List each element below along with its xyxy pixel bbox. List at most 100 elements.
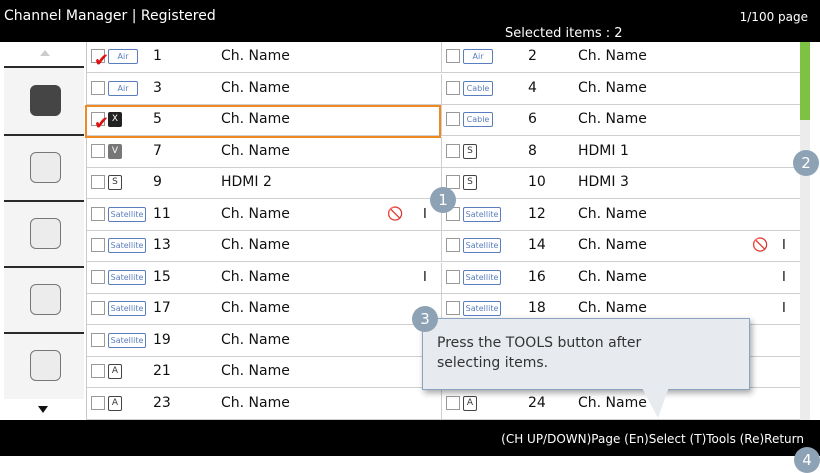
channel-name: Ch. Name — [578, 48, 647, 64]
source-badge: Air — [463, 49, 493, 64]
checkbox[interactable] — [446, 175, 460, 189]
checkbox[interactable] — [91, 269, 105, 284]
checkbox[interactable] — [446, 395, 460, 410]
channel-number: 19 — [153, 331, 171, 348]
table-row[interactable]: S 9 HDMI 2 — [87, 168, 441, 199]
channel-name: Ch. Name — [221, 48, 290, 64]
source-badge: A — [463, 395, 477, 411]
scroll-down-icon[interactable] — [38, 406, 48, 413]
lock-icon: 🚫 — [752, 238, 769, 253]
table-row[interactable]: S 10 HDMI 3 — [441, 168, 800, 199]
source-badge: Satellite — [108, 269, 146, 285]
marker-3: 3 — [412, 306, 438, 332]
table-row[interactable]: ✔ Air 1 Ch. Name — [87, 42, 441, 73]
source-badge: Satellite — [108, 301, 146, 316]
square-icon — [30, 350, 61, 381]
page-title: Channel Manager | Registered — [4, 8, 216, 24]
channel-name: HDMI 3 — [578, 174, 629, 190]
marker-1: 1 — [430, 187, 456, 213]
table-row[interactable]: A 21 Ch. Name — [87, 357, 441, 388]
checkbox[interactable] — [446, 143, 460, 158]
checkbox[interactable] — [446, 301, 460, 315]
checkbox[interactable] — [446, 112, 460, 126]
left-slot-4[interactable] — [4, 266, 84, 333]
source-badge: S — [108, 175, 122, 190]
source-badge: Satellite — [463, 206, 501, 222]
table-row[interactable]: Cable 6 Ch. Name — [441, 105, 800, 136]
table-row[interactable]: Satellite 14 Ch. Name 🚫 I — [441, 231, 800, 262]
channel-number: 12 — [528, 205, 546, 222]
table-row[interactable]: V 7 Ch. Name — [87, 137, 441, 168]
table-row[interactable]: Satellite 12 Ch. Name — [441, 199, 800, 231]
channel-name: Ch. Name — [221, 331, 290, 348]
channel-name: Ch. Name — [221, 142, 290, 159]
checkbox[interactable] — [91, 143, 105, 158]
square-icon — [30, 218, 61, 249]
table-row[interactable]: A 24 Ch. Name — [441, 388, 800, 420]
source-badge: S — [463, 143, 477, 159]
checkbox[interactable] — [446, 238, 460, 252]
checkbox[interactable] — [446, 49, 460, 63]
checkbox[interactable] — [91, 395, 105, 410]
left-slot-3[interactable] — [4, 200, 84, 267]
channel-number: 23 — [153, 394, 171, 411]
checkbox[interactable] — [446, 80, 460, 95]
channel-number: 15 — [153, 268, 171, 285]
table-row[interactable]: Satellite 15 Ch. Name I — [87, 263, 441, 294]
checkbox[interactable] — [91, 206, 105, 221]
channel-name: Ch. Name — [578, 205, 647, 222]
left-slot-5[interactable] — [4, 332, 84, 399]
channel-name: Ch. Name — [221, 300, 290, 316]
channel-number: 11 — [153, 205, 171, 222]
channel-name: Ch. Name — [578, 394, 647, 411]
table-row[interactable]: Cable 4 Ch. Name — [441, 73, 800, 105]
marker-4: 4 — [794, 447, 820, 473]
left-slot-2[interactable] — [4, 134, 84, 201]
channel-name: Ch. Name — [578, 268, 647, 285]
source-badge: Satellite — [463, 301, 501, 316]
channel-number: 9 — [153, 174, 162, 190]
table-row[interactable]: Satellite 13 Ch. Name — [87, 231, 441, 262]
channel-number: 17 — [153, 300, 171, 316]
scrollbar[interactable] — [800, 42, 810, 420]
left-slot-1[interactable] — [4, 66, 84, 135]
square-icon — [30, 85, 61, 116]
checkbox[interactable] — [91, 80, 105, 95]
channel-name: Ch. Name — [221, 237, 290, 253]
checkbox[interactable] — [91, 301, 105, 315]
table-row[interactable]: Satellite 16 Ch. Name I — [441, 262, 800, 294]
footer-bar: (CH UP/DOWN)Page (En)Select (T)Tools (Re… — [0, 420, 820, 456]
checkbox[interactable] — [91, 364, 105, 378]
channel-number: 14 — [528, 237, 546, 253]
table-row[interactable]: Satellite 19 Ch. Name — [87, 326, 441, 357]
channel-name: Ch. Name — [221, 394, 290, 411]
channel-name: Ch. Name — [221, 79, 290, 96]
source-badge: Satellite — [108, 332, 146, 348]
record-icon: I — [782, 301, 786, 316]
channel-name: Ch. Name — [578, 300, 647, 316]
table-row[interactable]: Satellite 17 Ch. Name — [87, 294, 441, 325]
checkbox[interactable] — [91, 332, 105, 347]
channel-number: 18 — [528, 300, 546, 316]
focus-highlight — [85, 105, 441, 138]
table-row[interactable]: Air 3 Ch. Name — [87, 74, 441, 105]
channel-name: Ch. Name — [578, 111, 647, 127]
checkbox[interactable] — [446, 269, 460, 284]
source-badge: Air — [108, 49, 138, 64]
tooltip-tail — [640, 384, 670, 418]
table-row[interactable]: Satellite 11 Ch. Name 🚫 I — [87, 200, 441, 231]
checkbox[interactable] — [91, 238, 105, 252]
channel-name: Ch. Name — [221, 363, 290, 379]
table-row[interactable]: A 23 Ch. Name — [87, 389, 441, 420]
record-icon: I — [782, 238, 786, 253]
left-panel — [0, 42, 87, 420]
checkbox[interactable] — [91, 175, 105, 189]
table-row[interactable]: Air 2 Ch. Name — [441, 42, 800, 73]
channel-name: Ch. Name — [221, 268, 290, 285]
source-badge: Air — [108, 80, 138, 96]
table-row[interactable]: S 8 HDMI 1 — [441, 136, 800, 168]
scrollbar-thumb[interactable] — [800, 42, 810, 120]
channel-number: 10 — [528, 174, 546, 190]
scroll-up-icon[interactable] — [40, 50, 50, 56]
checkbox[interactable]: ✔ — [91, 49, 109, 70]
